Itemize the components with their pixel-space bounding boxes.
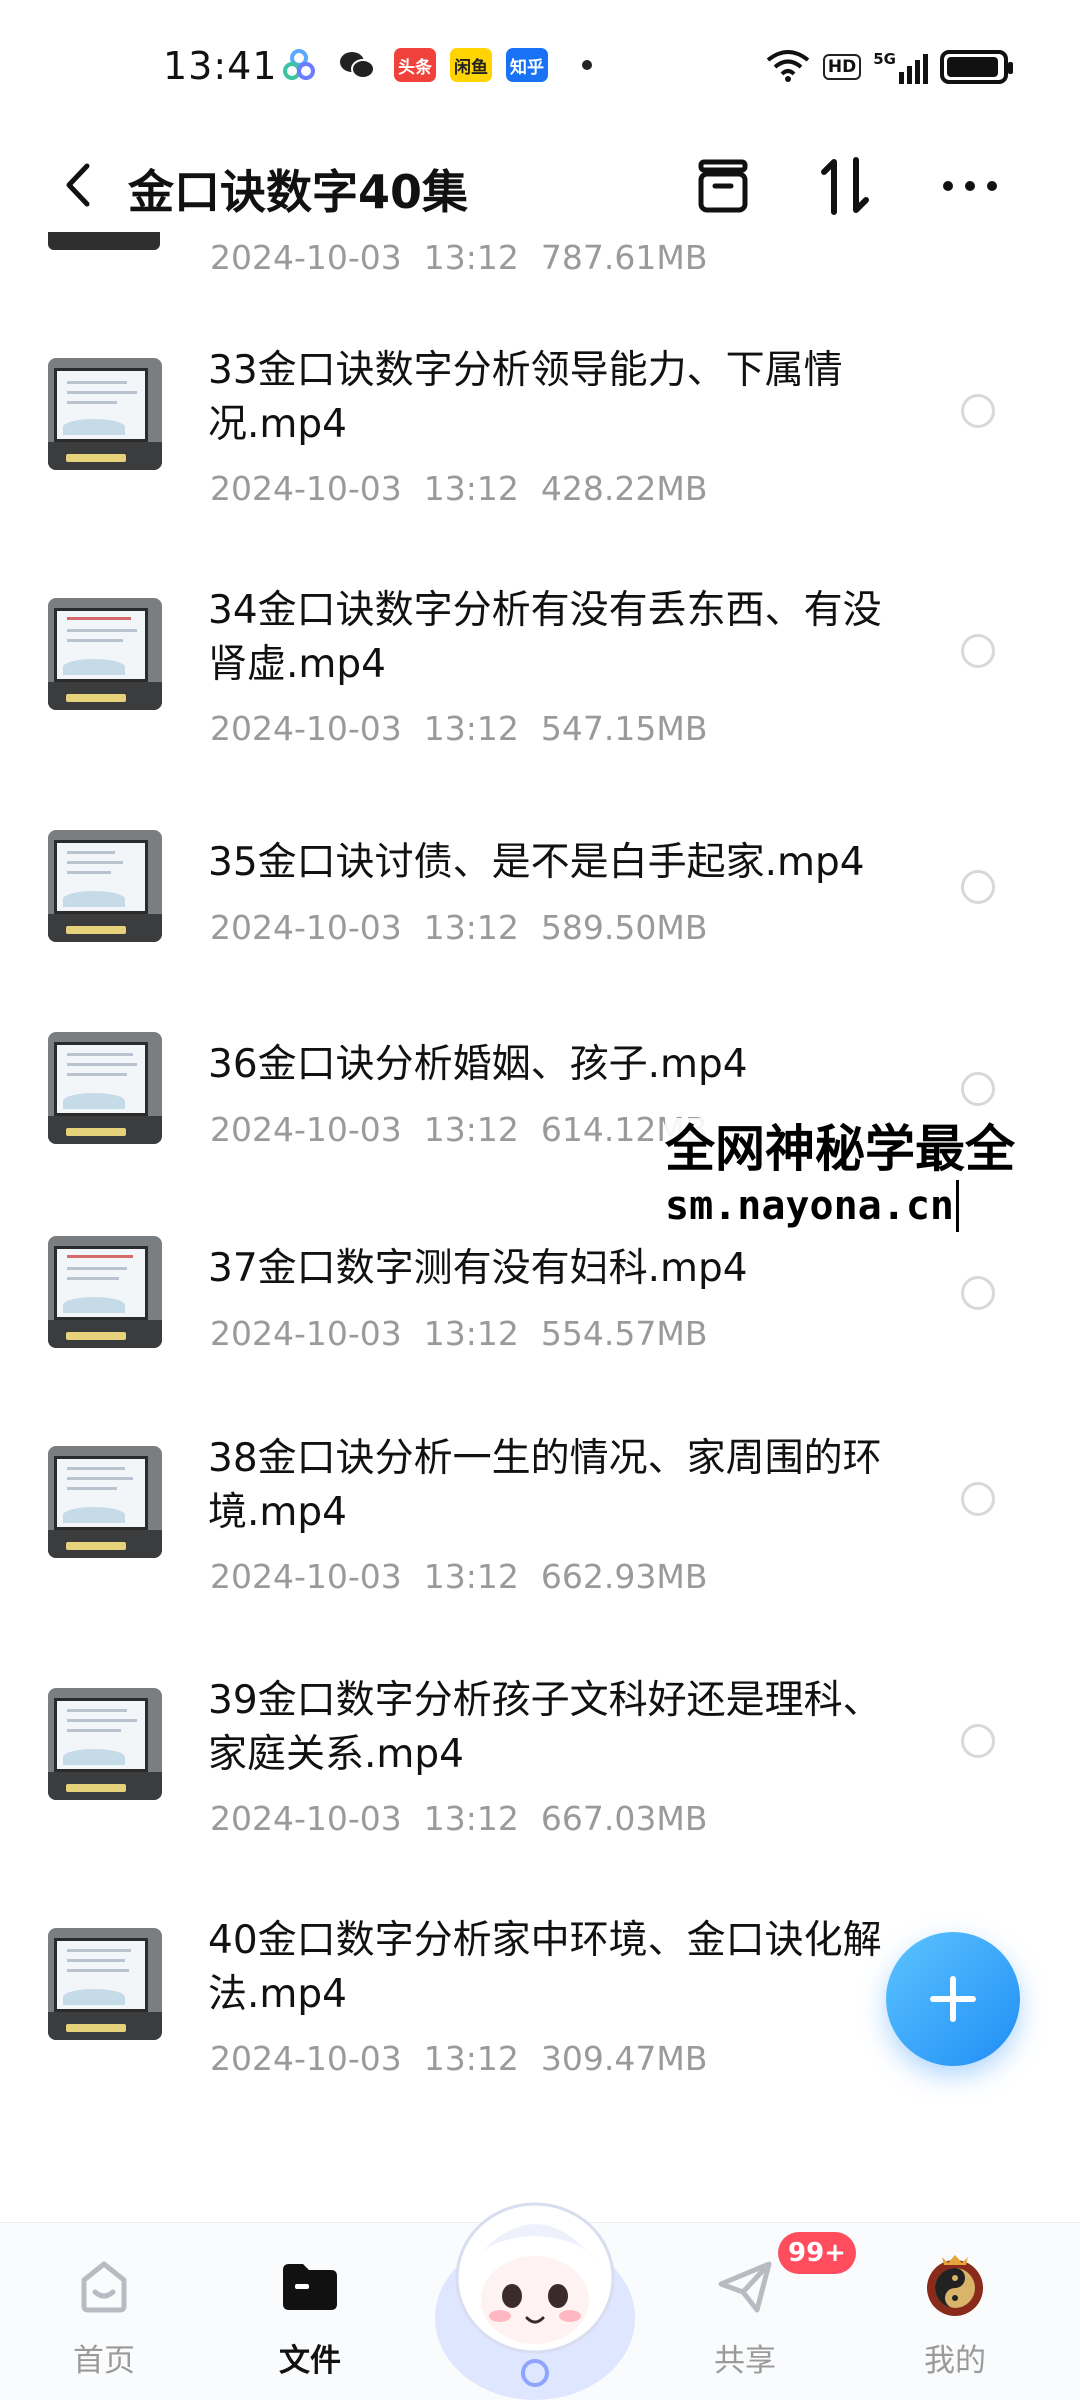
video-thumbnail [48,830,162,942]
add-button[interactable] [886,1932,1020,2066]
sort-icon [821,157,869,215]
page-title: 金口诀数字40集 [128,165,469,219]
select-radio[interactable] [961,1724,995,1758]
file-meta: 2024-10-03 13:12 309.47MB [210,2039,708,2078]
video-thumbnail [48,358,162,470]
signal-icon: 5G [873,50,928,84]
file-meta: 2024-10-03 13:12 589.50MB [210,908,708,947]
baidu-netdisk-icon [278,48,320,82]
file-name: 33金口诀数字分析领导能力、下属情况.mp4 [208,348,843,447]
notification-dot-icon [582,60,592,70]
watermark-url: sm.nayona.cn [665,1180,959,1232]
file-name: 39金口数字分析孩子文科好还是理科、家庭关系.mp4 [208,1678,882,1777]
file-name: 36金口诀分析婚姻、孩子.mp4 [208,1042,748,1087]
select-radio[interactable] [961,394,995,428]
file-name: 38金口诀分析一生的情况、家周围的环境.mp4 [208,1436,882,1535]
avatar [920,2251,990,2321]
sort-button[interactable] [808,148,884,224]
home-icon [69,2251,139,2321]
status-app-icons: 头条 闲鱼 知乎 [278,48,592,82]
folder-icon [275,2251,345,2321]
watermark-title: 全网神秘学最全 [665,1120,1015,1178]
share-badge: 99+ [778,2232,856,2274]
list-item[interactable]: 33金口诀数字分析领导能力、下属情况.mp4 2024-10-03 13:12 42… [0,344,1080,554]
status-time: 13:41 [163,44,278,88]
list-item[interactable]: 34金口诀数字分析有没有丢东西、有没肾虚.mp4 2024-10-03 13:12… [0,584,1080,794]
battery-icon [940,50,1013,84]
plus-icon [930,1976,976,2022]
archive-button[interactable] [685,148,761,224]
video-thumbnail [48,598,162,710]
back-button[interactable] [48,150,108,220]
list-item[interactable]: 35金口诀讨债、是不是白手起家.mp4 2024-10-03 13:12 589.5… [0,830,1080,980]
file-name: 34金口诀数字分析有没有丢东西、有没肾虚.mp4 [208,588,882,687]
nav-home[interactable]: 首页 [34,2223,174,2400]
list-item[interactable]: 37金口数字测有没有妇科.mp4 2024-10-03 13:12 554.57MB [0,1236,1080,1386]
file-name: 40金口数字分析家中环境、金口诀化解法.mp4 [208,1918,882,2017]
nav-files-label: 文件 [279,2343,341,2379]
title-bar: 金口诀数字40集 [0,130,1080,240]
nav-share-label: 共享 [714,2343,776,2379]
nav-mine-label: 我的 [924,2343,986,2379]
archive-icon [698,159,748,213]
nav-mine[interactable]: 我的 [885,2223,1025,2400]
nav-home-label: 首页 [73,2343,135,2379]
file-meta: 2024-10-03 13:12 787.61MB [210,238,708,277]
file-meta: 2024-10-03 13:12 662.93MB [210,1557,708,1596]
video-thumbnail [48,232,160,250]
file-meta: 2024-10-03 13:12 554.57MB [210,1314,708,1353]
more-dots-icon [943,181,997,191]
select-radio[interactable] [961,1482,995,1516]
file-meta: 2024-10-03 13:12 667.03MB [210,1799,708,1838]
wifi-icon [765,48,811,86]
file-meta: 2024-10-03 13:12 547.15MB [210,709,708,748]
select-radio[interactable] [961,870,995,904]
xianyu-icon: 闲鱼 [450,48,492,82]
video-thumbnail [48,1688,162,1800]
select-radio[interactable] [961,634,995,668]
list-item[interactable]: 39金口数字分析孩子文科好还是理科、家庭关系.mp4 2024-10-03 13:… [0,1674,1080,1884]
video-thumbnail [48,1032,162,1144]
hd-indicator: HD [822,54,862,80]
zhihu-icon: 知乎 [506,48,548,82]
video-thumbnail [48,1236,162,1348]
file-name: 35金口诀讨债、是不是白手起家.mp4 [208,840,865,885]
wechat-icon [334,48,380,82]
select-radio[interactable] [961,1276,995,1310]
file-meta: 2024-10-03 13:12 614.12MB [210,1110,708,1149]
select-radio[interactable] [961,1072,995,1106]
assistant-mascot-button[interactable] [430,2168,640,2400]
mascot-icon [435,2202,635,2400]
list-item[interactable]: 2024-10-03 13:12 787.61MB [0,232,1080,284]
paper-plane-icon [710,2251,780,2321]
status-indicators: HD 5G [765,48,1013,86]
more-button[interactable] [932,148,1008,224]
nav-files[interactable]: 文件 [240,2223,380,2400]
list-item[interactable]: 38金口诀分析一生的情况、家周围的环境.mp4 2024-10-03 13:12 6… [0,1432,1080,1642]
toutiao-icon: 头条 [394,48,436,82]
status-bar: 13:41 头条 闲鱼 知乎 HD 5G [0,0,1080,130]
chevron-left-icon [66,163,90,207]
video-thumbnail [48,1928,162,2040]
file-name: 37金口数字测有没有妇科.mp4 [208,1246,748,1291]
file-meta: 2024-10-03 13:12 428.22MB [210,469,708,508]
watermark: 全网神秘学最全 sm.nayona.cn [665,1118,1065,1232]
video-thumbnail [48,1446,162,1558]
